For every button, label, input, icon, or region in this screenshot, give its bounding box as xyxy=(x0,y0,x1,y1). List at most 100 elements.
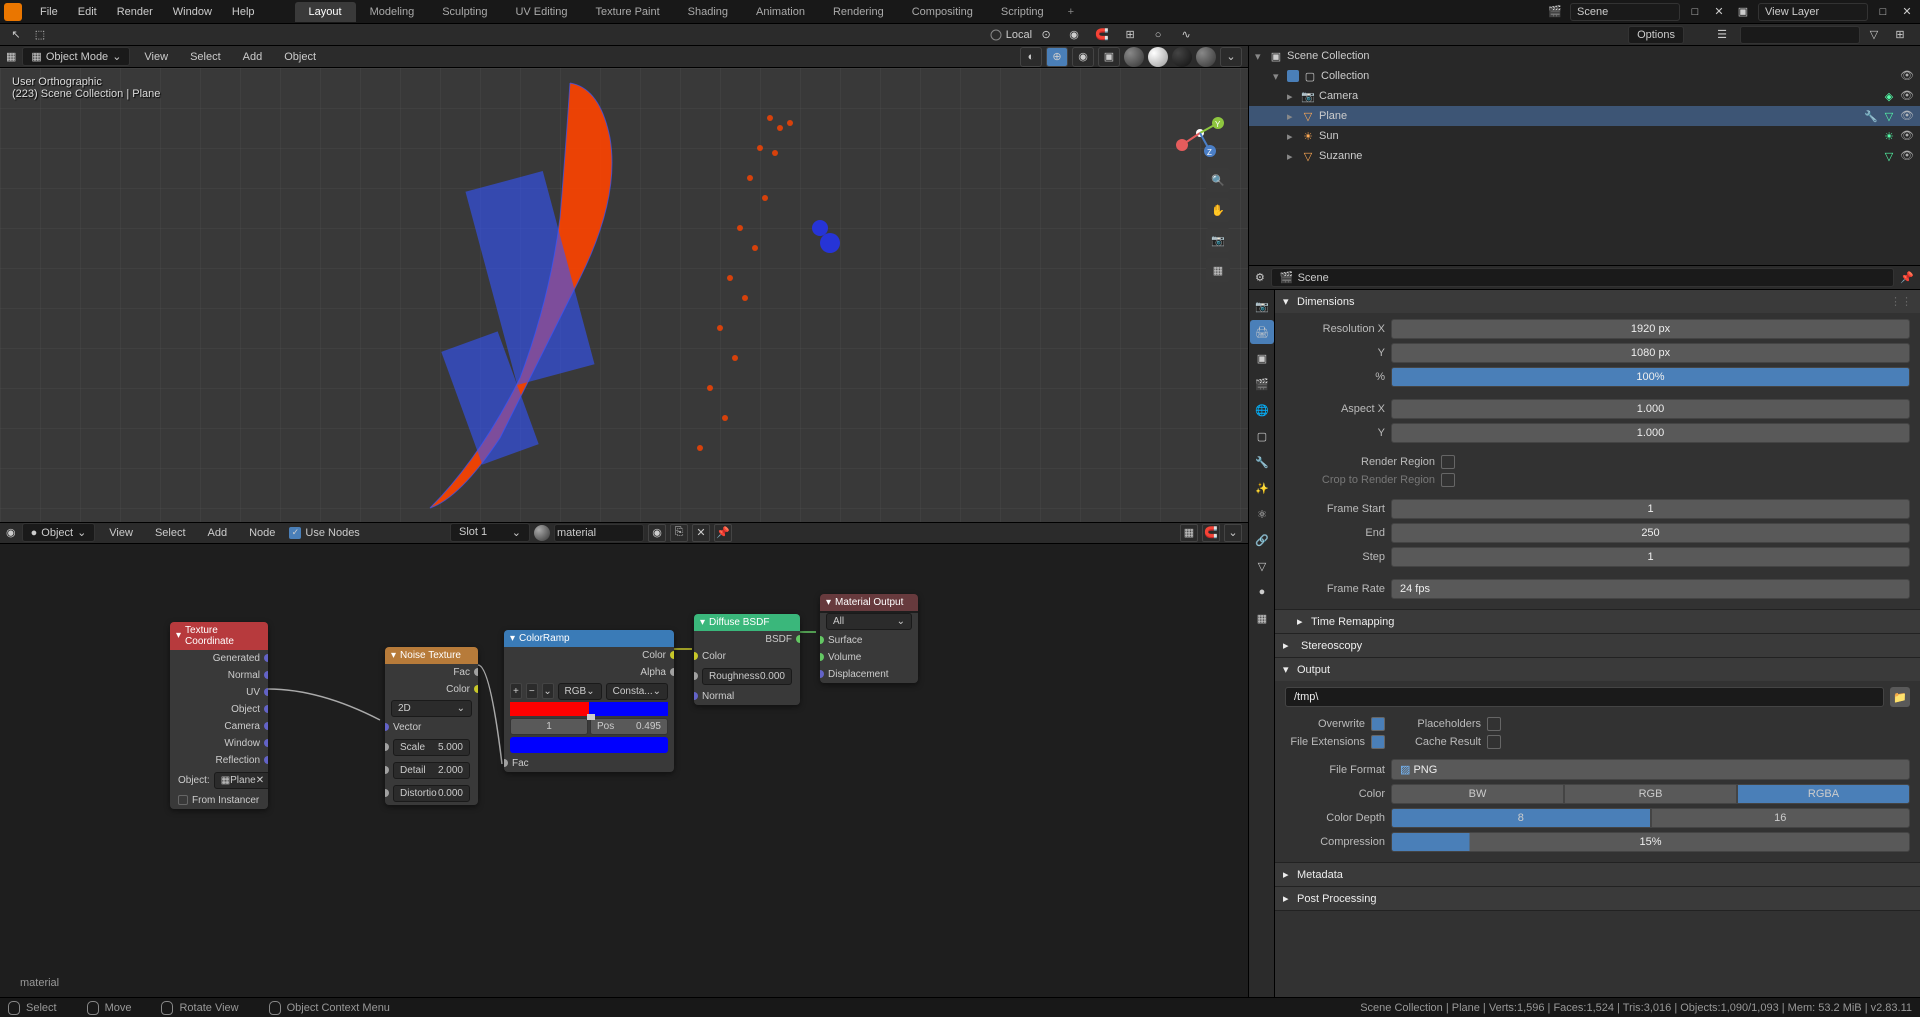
target-dropdown[interactable]: All⌄ xyxy=(826,613,912,630)
material-name-field[interactable]: material xyxy=(554,524,644,542)
tab-constraints[interactable]: 🔗 xyxy=(1250,528,1274,552)
viewport-menu-select[interactable]: Select xyxy=(182,49,229,65)
outliner-item-sun[interactable]: ▸ ☀ Sun ☀ 👁 xyxy=(1249,126,1920,146)
navigation-gizmo[interactable]: Y Z xyxy=(1170,103,1230,163)
remove-stop-button[interactable]: − xyxy=(526,683,538,699)
proportional-icon[interactable]: ◉ xyxy=(1064,26,1084,44)
panel-header-time-remapping[interactable]: ▸ Time Remapping xyxy=(1275,610,1920,633)
display-mode-icon[interactable]: ☰ xyxy=(1712,26,1732,44)
dimensions-dropdown[interactable]: 2D⌄ xyxy=(391,700,472,717)
workspace-tab-layout[interactable]: Layout xyxy=(295,2,356,22)
viewport-menu-object[interactable]: Object xyxy=(276,49,324,65)
blender-logo-icon[interactable] xyxy=(4,3,22,21)
viewport-menu-view[interactable]: View xyxy=(136,49,176,65)
node-menu-node[interactable]: Node xyxy=(241,525,283,541)
node-diffuse-bsdf[interactable]: ▾ Diffuse BSDF BSDF Color Roughness0.000… xyxy=(694,614,800,705)
frame-step-field[interactable]: 1 xyxy=(1391,547,1910,567)
resolution-y-field[interactable]: 1080 px xyxy=(1391,343,1910,363)
shading-matprev-icon[interactable] xyxy=(1172,47,1192,67)
aspect-x-field[interactable]: 1.000 xyxy=(1391,399,1910,419)
tab-material[interactable]: ● xyxy=(1250,580,1274,604)
visibility-icon[interactable]: 👁 xyxy=(1900,109,1914,123)
curve-icon[interactable]: ∿ xyxy=(1176,26,1196,44)
tab-particles[interactable]: ✨ xyxy=(1250,476,1274,500)
visibility-icon[interactable]: 👁 xyxy=(1900,69,1914,83)
node-material-output[interactable]: ▾ Material Output All⌄ Surface Volume Di… xyxy=(820,594,918,683)
collapse-icon[interactable]: ▾ xyxy=(176,630,181,641)
shader-type-dropdown[interactable]: ● Object ⌄ xyxy=(22,523,96,542)
material-unlink-button[interactable]: ✕ xyxy=(692,524,710,542)
particle-mesh-object[interactable] xyxy=(680,98,860,498)
outliner-scene-collection[interactable]: ▾ ▣ Scene Collection xyxy=(1249,46,1920,66)
workspace-tab-compositing[interactable]: Compositing xyxy=(898,2,987,22)
menu-edit[interactable]: Edit xyxy=(68,2,107,22)
collapse-icon[interactable]: ▾ xyxy=(391,650,396,661)
scene-icon[interactable]: 🎬 xyxy=(1546,3,1564,21)
depth-16-button[interactable]: 16 xyxy=(1651,808,1911,828)
mode-select-dropdown[interactable]: ▦ Object Mode ⌄ xyxy=(22,47,130,66)
render-region-checkbox[interactable] xyxy=(1441,455,1455,469)
use-nodes-checkbox[interactable]: ✓ Use Nodes xyxy=(289,527,359,539)
xray-icon[interactable]: ▣ xyxy=(1098,47,1120,67)
tab-viewlayer[interactable]: ▣ xyxy=(1250,346,1274,370)
object-picker-field[interactable]: ▦Plane✕ xyxy=(214,772,268,789)
node-overlay-icon[interactable]: ▦ xyxy=(1180,524,1198,542)
shading-rendered-icon[interactable] xyxy=(1196,47,1216,67)
stop-position-field[interactable]: Pos0.495 xyxy=(590,718,668,735)
perspective-icon[interactable]: ▦ xyxy=(1206,258,1230,282)
tab-object[interactable]: ▢ xyxy=(1250,424,1274,448)
add-workspace-button[interactable]: + xyxy=(1058,2,1084,22)
format-dropdown[interactable]: ▨ PNG xyxy=(1391,759,1910,780)
material-slot-dropdown[interactable]: Slot 1 ⌄ xyxy=(450,523,530,542)
tab-mesh[interactable]: ▽ xyxy=(1250,554,1274,578)
tab-world[interactable]: 🌐 xyxy=(1250,398,1274,422)
collapse-icon[interactable]: ▾ xyxy=(826,597,831,608)
color-rgb-button[interactable]: RGB xyxy=(1564,784,1737,804)
select-tool-icon[interactable]: ⬚ xyxy=(30,26,50,44)
panel-header-dimensions[interactable]: ▾ Dimensions ⋮⋮ xyxy=(1275,290,1920,313)
options-dropdown[interactable]: Options xyxy=(1628,26,1684,44)
scene-name-field[interactable]: Scene xyxy=(1570,3,1680,21)
filter-icon[interactable]: ▽ xyxy=(1864,26,1884,44)
cursor-tool-icon[interactable]: ↖ xyxy=(6,26,26,44)
node-snap-icon[interactable]: 🧲 xyxy=(1202,524,1220,542)
material-preview-icon[interactable] xyxy=(534,525,550,541)
shading-solid-icon[interactable] xyxy=(1148,47,1168,67)
node-menu-select[interactable]: Select xyxy=(147,525,194,541)
node-menu-add[interactable]: Add xyxy=(200,525,236,541)
stop-index-field[interactable]: 1 xyxy=(510,718,588,735)
menu-render[interactable]: Render xyxy=(107,2,163,22)
workspace-tab-sculpting[interactable]: Sculpting xyxy=(428,2,501,22)
stop-color-swatch[interactable] xyxy=(510,737,668,753)
expand-icon[interactable]: ▸ xyxy=(1287,110,1297,123)
workspace-tab-texturepaint[interactable]: Texture Paint xyxy=(581,2,673,22)
roughness-field[interactable]: Roughness0.000 xyxy=(702,668,792,685)
selectability-icon[interactable]: ◐ xyxy=(1020,47,1042,67)
frame-start-field[interactable]: 1 xyxy=(1391,499,1910,519)
outliner-item-suzanne[interactable]: ▸ ▽ Suzanne ▽ 👁 xyxy=(1249,146,1920,166)
expand-icon[interactable]: ▸ xyxy=(1287,90,1297,103)
cache-checkbox[interactable] xyxy=(1487,735,1501,749)
delete-scene-button[interactable]: ✕ xyxy=(1710,3,1728,21)
plane-mesh-object[interactable] xyxy=(420,78,680,522)
color-mode-dropdown[interactable]: RGB⌄ xyxy=(558,683,602,700)
menu-help[interactable]: Help xyxy=(222,2,265,22)
tab-physics[interactable]: ⚛ xyxy=(1250,502,1274,526)
transform-icon[interactable]: ⊞ xyxy=(1120,26,1140,44)
expand-icon[interactable]: ▾ xyxy=(1255,50,1265,63)
distortion-field[interactable]: Distortio0.000 xyxy=(393,785,470,802)
collapse-icon[interactable]: ▾ xyxy=(700,617,705,628)
color-ramp-gradient[interactable] xyxy=(510,702,668,716)
aspect-y-field[interactable]: 1.000 xyxy=(1391,423,1910,443)
expand-icon[interactable]: ▸ xyxy=(1287,130,1297,143)
placeholders-checkbox[interactable] xyxy=(1487,717,1501,731)
snap-icon[interactable]: ⊙ xyxy=(1036,26,1056,44)
view-layer-field[interactable]: View Layer xyxy=(1758,3,1868,21)
delete-view-layer-button[interactable]: ✕ xyxy=(1898,3,1916,21)
panel-header-metadata[interactable]: ▸ Metadata xyxy=(1275,863,1920,886)
tab-scene[interactable]: 🎬 xyxy=(1250,372,1274,396)
outliner-item-camera[interactable]: ▸ 📷 Camera ◈ 👁 xyxy=(1249,86,1920,106)
outliner-item-plane[interactable]: ▸ ▽ Plane 🔧 ▽ 👁 xyxy=(1249,106,1920,126)
properties-type-icon[interactable]: ⚙ xyxy=(1255,271,1265,284)
magnet-icon[interactable]: 🧲 xyxy=(1092,26,1112,44)
